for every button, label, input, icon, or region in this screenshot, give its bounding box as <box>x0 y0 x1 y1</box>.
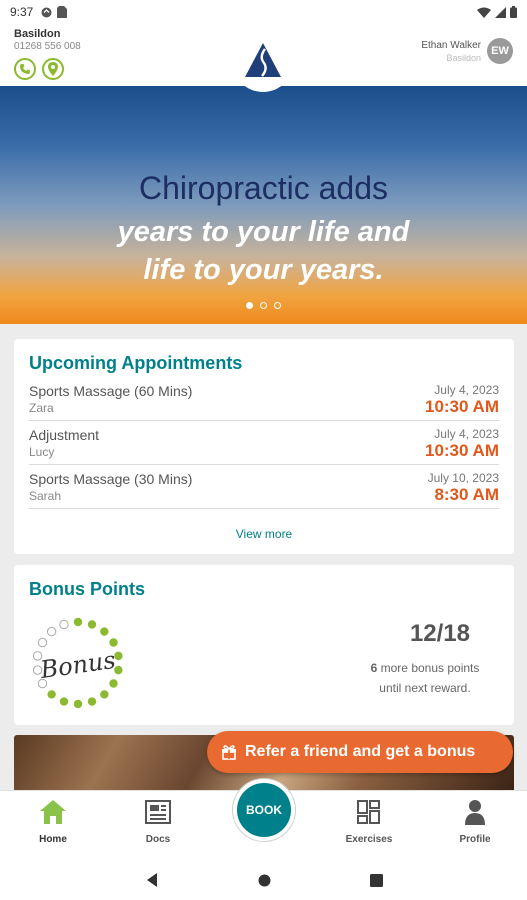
nav-profile[interactable]: Profile <box>435 799 515 845</box>
clinic-info: Basildon 01268 556 008 <box>14 28 81 80</box>
bonus-stamp-text: Bonus <box>38 646 117 684</box>
phone-icon[interactable] <box>14 58 36 80</box>
sim-card-icon <box>57 6 68 18</box>
user-location: Basildon <box>446 52 481 63</box>
hero-tagline-2: life to your years. <box>143 254 384 286</box>
nav-home-label: Home <box>39 834 67 845</box>
location-pin-icon[interactable] <box>42 58 64 80</box>
docs-icon <box>145 800 171 824</box>
battery-icon <box>510 6 517 18</box>
appointment-row[interactable]: Sports Massage (60 Mins) Zara July 4, 20… <box>29 377 499 421</box>
clinic-name: Basildon <box>14 28 61 40</box>
book-button[interactable]: BOOK <box>233 779 295 841</box>
hero-tagline-1: years to your life and <box>117 216 410 248</box>
bonus-description: 6 more bonus points until next reward. <box>350 658 500 698</box>
refer-friend-button[interactable]: Refer a friend and get a bonus <box>207 731 513 773</box>
bonus-point-filled <box>114 665 123 675</box>
appointment-time: 10:30 AM <box>424 397 499 416</box>
avatar[interactable]: EW <box>487 38 513 64</box>
carousel-dots <box>0 302 527 309</box>
appointment-service: Sports Massage (60 Mins) <box>29 383 193 399</box>
appointment-date: July 4, 2023 <box>434 383 499 397</box>
signal-icon <box>495 6 506 18</box>
nav-docs[interactable]: Docs <box>118 799 198 845</box>
appointment-row[interactable]: Adjustment Lucy July 4, 2023 10:30 AM <box>29 421 499 465</box>
view-more-link[interactable]: View more <box>14 527 514 541</box>
appointment-date: July 10, 2023 <box>427 471 499 485</box>
bonus-point-empty <box>32 651 43 661</box>
bonus-point-filled <box>73 617 83 627</box>
bonus-point-filled <box>109 679 118 688</box>
status-bar: 9:37 <box>0 0 527 24</box>
appointment-staff: Lucy <box>29 445 55 459</box>
bonus-remaining: 6 <box>370 661 378 675</box>
bonus-point-filled <box>87 697 97 706</box>
appointment-time: 10:30 AM <box>424 441 499 460</box>
bonus-point-empty <box>32 665 43 675</box>
nav-profile-label: Profile <box>459 834 491 845</box>
appointment-service: Adjustment <box>29 427 100 443</box>
bonus-title: Bonus Points <box>29 579 145 599</box>
bonus-reward-text: until next reward. <box>379 681 471 695</box>
app-header: Basildon 01268 556 008 Ethan Walker Basi… <box>0 24 527 92</box>
appointments-card: Upcoming Appointments Sports Massage (60… <box>14 339 514 554</box>
refer-friend-label: Refer a friend and get a bonus <box>245 743 476 760</box>
back-icon[interactable] <box>145 872 159 888</box>
bonus-point-empty <box>37 678 48 689</box>
gift-icon <box>222 745 236 760</box>
home-icon <box>40 800 66 824</box>
system-nav-bar <box>0 860 527 900</box>
home-circle-icon[interactable] <box>258 874 271 887</box>
nav-exercises[interactable]: Exercises <box>329 799 409 845</box>
hero-banner[interactable]: Chiropractic adds years to your life and… <box>0 86 527 324</box>
carousel-dot-2[interactable] <box>260 302 267 309</box>
bonus-point-empty <box>37 637 48 648</box>
appointment-service: Sports Massage (30 Mins) <box>29 471 193 487</box>
status-time: 9:37 <box>10 5 34 19</box>
exercises-icon <box>357 800 380 824</box>
bonus-point-filled <box>109 638 118 647</box>
appointment-row[interactable]: Sports Massage (30 Mins) Sarah July 10, … <box>29 465 499 509</box>
appointments-title: Upcoming Appointments <box>29 353 243 373</box>
person-icon <box>465 800 485 825</box>
nav-docs-label: Docs <box>145 834 171 845</box>
bonus-point-filled <box>114 651 123 661</box>
user-name: Ethan Walker <box>421 39 481 51</box>
bonus-count: 12/18 <box>409 620 470 647</box>
appointment-staff: Zara <box>29 401 54 415</box>
bonus-point-filled <box>100 690 109 699</box>
bonus-point-filled <box>100 627 109 636</box>
bonus-point-filled <box>47 690 56 699</box>
bonus-remaining-text: more bonus points <box>380 661 480 675</box>
carousel-dot-1[interactable] <box>246 302 253 309</box>
appointment-date: July 4, 2023 <box>434 427 499 441</box>
bonus-point-empty <box>46 626 57 637</box>
bonus-point-empty <box>59 619 69 630</box>
bonus-points-card: Bonus Points Bonus 12/18 6 more bonus po… <box>14 565 514 725</box>
clinic-logo <box>232 30 294 92</box>
bonus-stamp-ring: Bonus <box>32 617 123 709</box>
wifi-icon <box>477 7 491 18</box>
bonus-point-filled <box>73 699 83 709</box>
appointment-time: 8:30 AM <box>434 485 499 504</box>
nav-home[interactable]: Home <box>13 799 93 845</box>
appointment-staff: Sarah <box>29 489 62 503</box>
bonus-point-filled <box>59 697 69 706</box>
user-profile[interactable]: Ethan Walker Basildon EW <box>421 38 513 64</box>
sync-icon <box>41 7 52 17</box>
hero-headline: Chiropractic adds <box>139 170 388 206</box>
bonus-point-filled <box>87 620 97 629</box>
nav-exercises-label: Exercises <box>345 834 393 845</box>
clinic-phone: 01268 556 008 <box>14 41 81 52</box>
carousel-dot-3[interactable] <box>274 302 281 309</box>
recents-icon[interactable] <box>370 874 383 887</box>
